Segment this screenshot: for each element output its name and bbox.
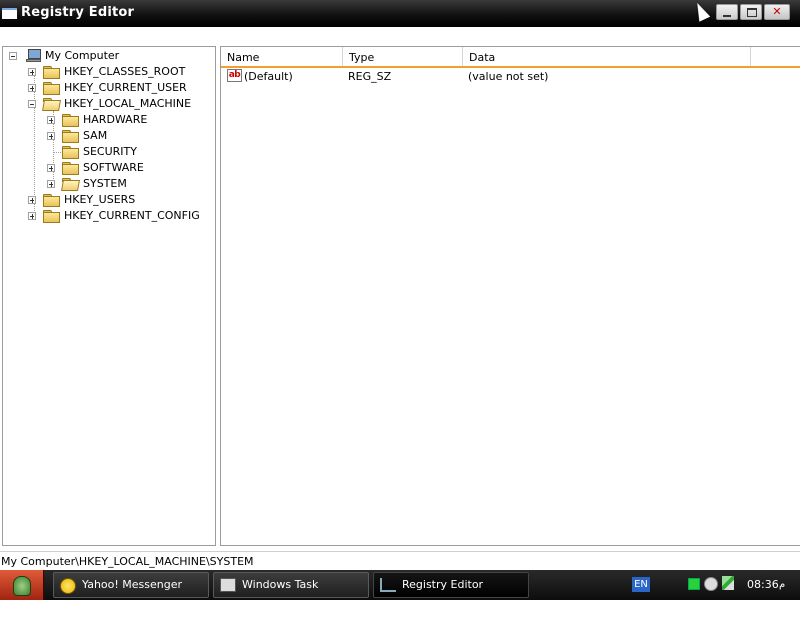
registry-tree[interactable]: My Computer HKEY_CLASSES_ROOT HKEY_CURRE… [2, 46, 216, 546]
open-folder-icon [43, 98, 59, 110]
folder-icon [43, 66, 60, 79]
open-folder-icon [62, 178, 78, 190]
task-label: Registry Editor [402, 578, 484, 591]
tree-label: HKEY_CURRENT_USER [64, 81, 187, 94]
folder-icon [62, 114, 79, 127]
folder-icon [62, 146, 79, 159]
status-bar: My Computer\HKEY_LOCAL_MACHINE\SYSTEM [0, 551, 800, 571]
tray-status-icon[interactable] [688, 578, 700, 590]
taskbar-item-yahoo-messenger[interactable]: Yahoo! Messenger [53, 572, 209, 598]
tree-label: SECURITY [83, 145, 137, 158]
folder-icon [62, 162, 79, 175]
tray-network-icon[interactable] [722, 576, 734, 590]
expand-icon[interactable] [28, 196, 36, 204]
close-button[interactable]: ✕ [764, 4, 790, 20]
maximize-icon [747, 8, 757, 17]
taskbar: Yahoo! Messenger Windows Task Manager Re… [0, 570, 800, 615]
taskbar-item-registry-editor[interactable]: Registry Editor [373, 572, 529, 598]
close-icon: ✕ [772, 5, 782, 18]
task-manager-icon [220, 578, 236, 592]
column-header-type[interactable]: Type [343, 47, 463, 66]
expand-icon[interactable] [47, 164, 55, 172]
expand-icon[interactable] [28, 84, 36, 92]
expand-icon[interactable] [47, 116, 55, 124]
registry-editor-icon [2, 8, 17, 19]
column-header-data[interactable]: Data [463, 47, 751, 66]
values-list[interactable]: Name Type Data ab (Default) REG_SZ (valu… [220, 46, 800, 546]
expand-icon[interactable] [28, 212, 36, 220]
window-title: Registry Editor [21, 5, 135, 20]
folder-icon [43, 82, 60, 95]
folder-icon [43, 194, 60, 207]
expand-icon[interactable] [28, 68, 36, 76]
registry-editor-icon [380, 578, 396, 592]
folder-icon [43, 210, 60, 223]
tray-messenger-icon[interactable] [704, 577, 718, 591]
maximize-button[interactable] [740, 4, 762, 20]
collapse-icon[interactable] [9, 52, 17, 60]
table-row[interactable]: ab (Default) REG_SZ (value not set) [221, 68, 800, 85]
expand-icon[interactable] [47, 132, 55, 140]
tree-label: HKEY_USERS [64, 193, 136, 206]
expand-icon[interactable] [47, 180, 55, 188]
minimize-icon [723, 9, 731, 17]
column-header-name[interactable]: Name [221, 47, 343, 66]
value-data: (value not set) [468, 70, 549, 83]
clock-period: م [779, 579, 786, 590]
task-label: Windows Task Manager [242, 578, 319, 615]
taskbar-item-task-manager[interactable]: Windows Task Manager [213, 572, 369, 615]
start-icon [13, 576, 31, 596]
start-button[interactable] [0, 570, 44, 600]
yahoo-messenger-icon [60, 578, 76, 594]
tree-label: HKEY_CLASSES_ROOT [64, 65, 186, 78]
title-bar[interactable]: Registry Editor ✕ [0, 0, 800, 27]
tree-label: My Computer [45, 49, 120, 62]
task-label: Yahoo! Messenger [82, 578, 183, 591]
tree-label: HARDWARE [83, 113, 148, 126]
tree-label: HKEY_LOCAL_MACHINE [64, 97, 192, 110]
list-header: Name Type Data [221, 47, 800, 68]
tree-label: HKEY_CURRENT_CONFIG [64, 209, 200, 222]
collapse-icon[interactable] [28, 100, 36, 108]
string-value-icon: ab [227, 69, 242, 82]
minimize-button[interactable] [716, 4, 738, 20]
language-indicator[interactable]: EN [632, 577, 650, 592]
folder-icon [62, 130, 79, 143]
tree-label: SAM [83, 129, 108, 142]
clock[interactable]: 08:36 [747, 570, 779, 600]
menu-bar [0, 27, 800, 44]
value-name: (Default) [244, 70, 293, 83]
value-type: REG_SZ [348, 70, 392, 83]
tree-label: SYSTEM [83, 177, 127, 190]
computer-icon [26, 49, 42, 63]
tree-label: SOFTWARE [83, 161, 144, 174]
